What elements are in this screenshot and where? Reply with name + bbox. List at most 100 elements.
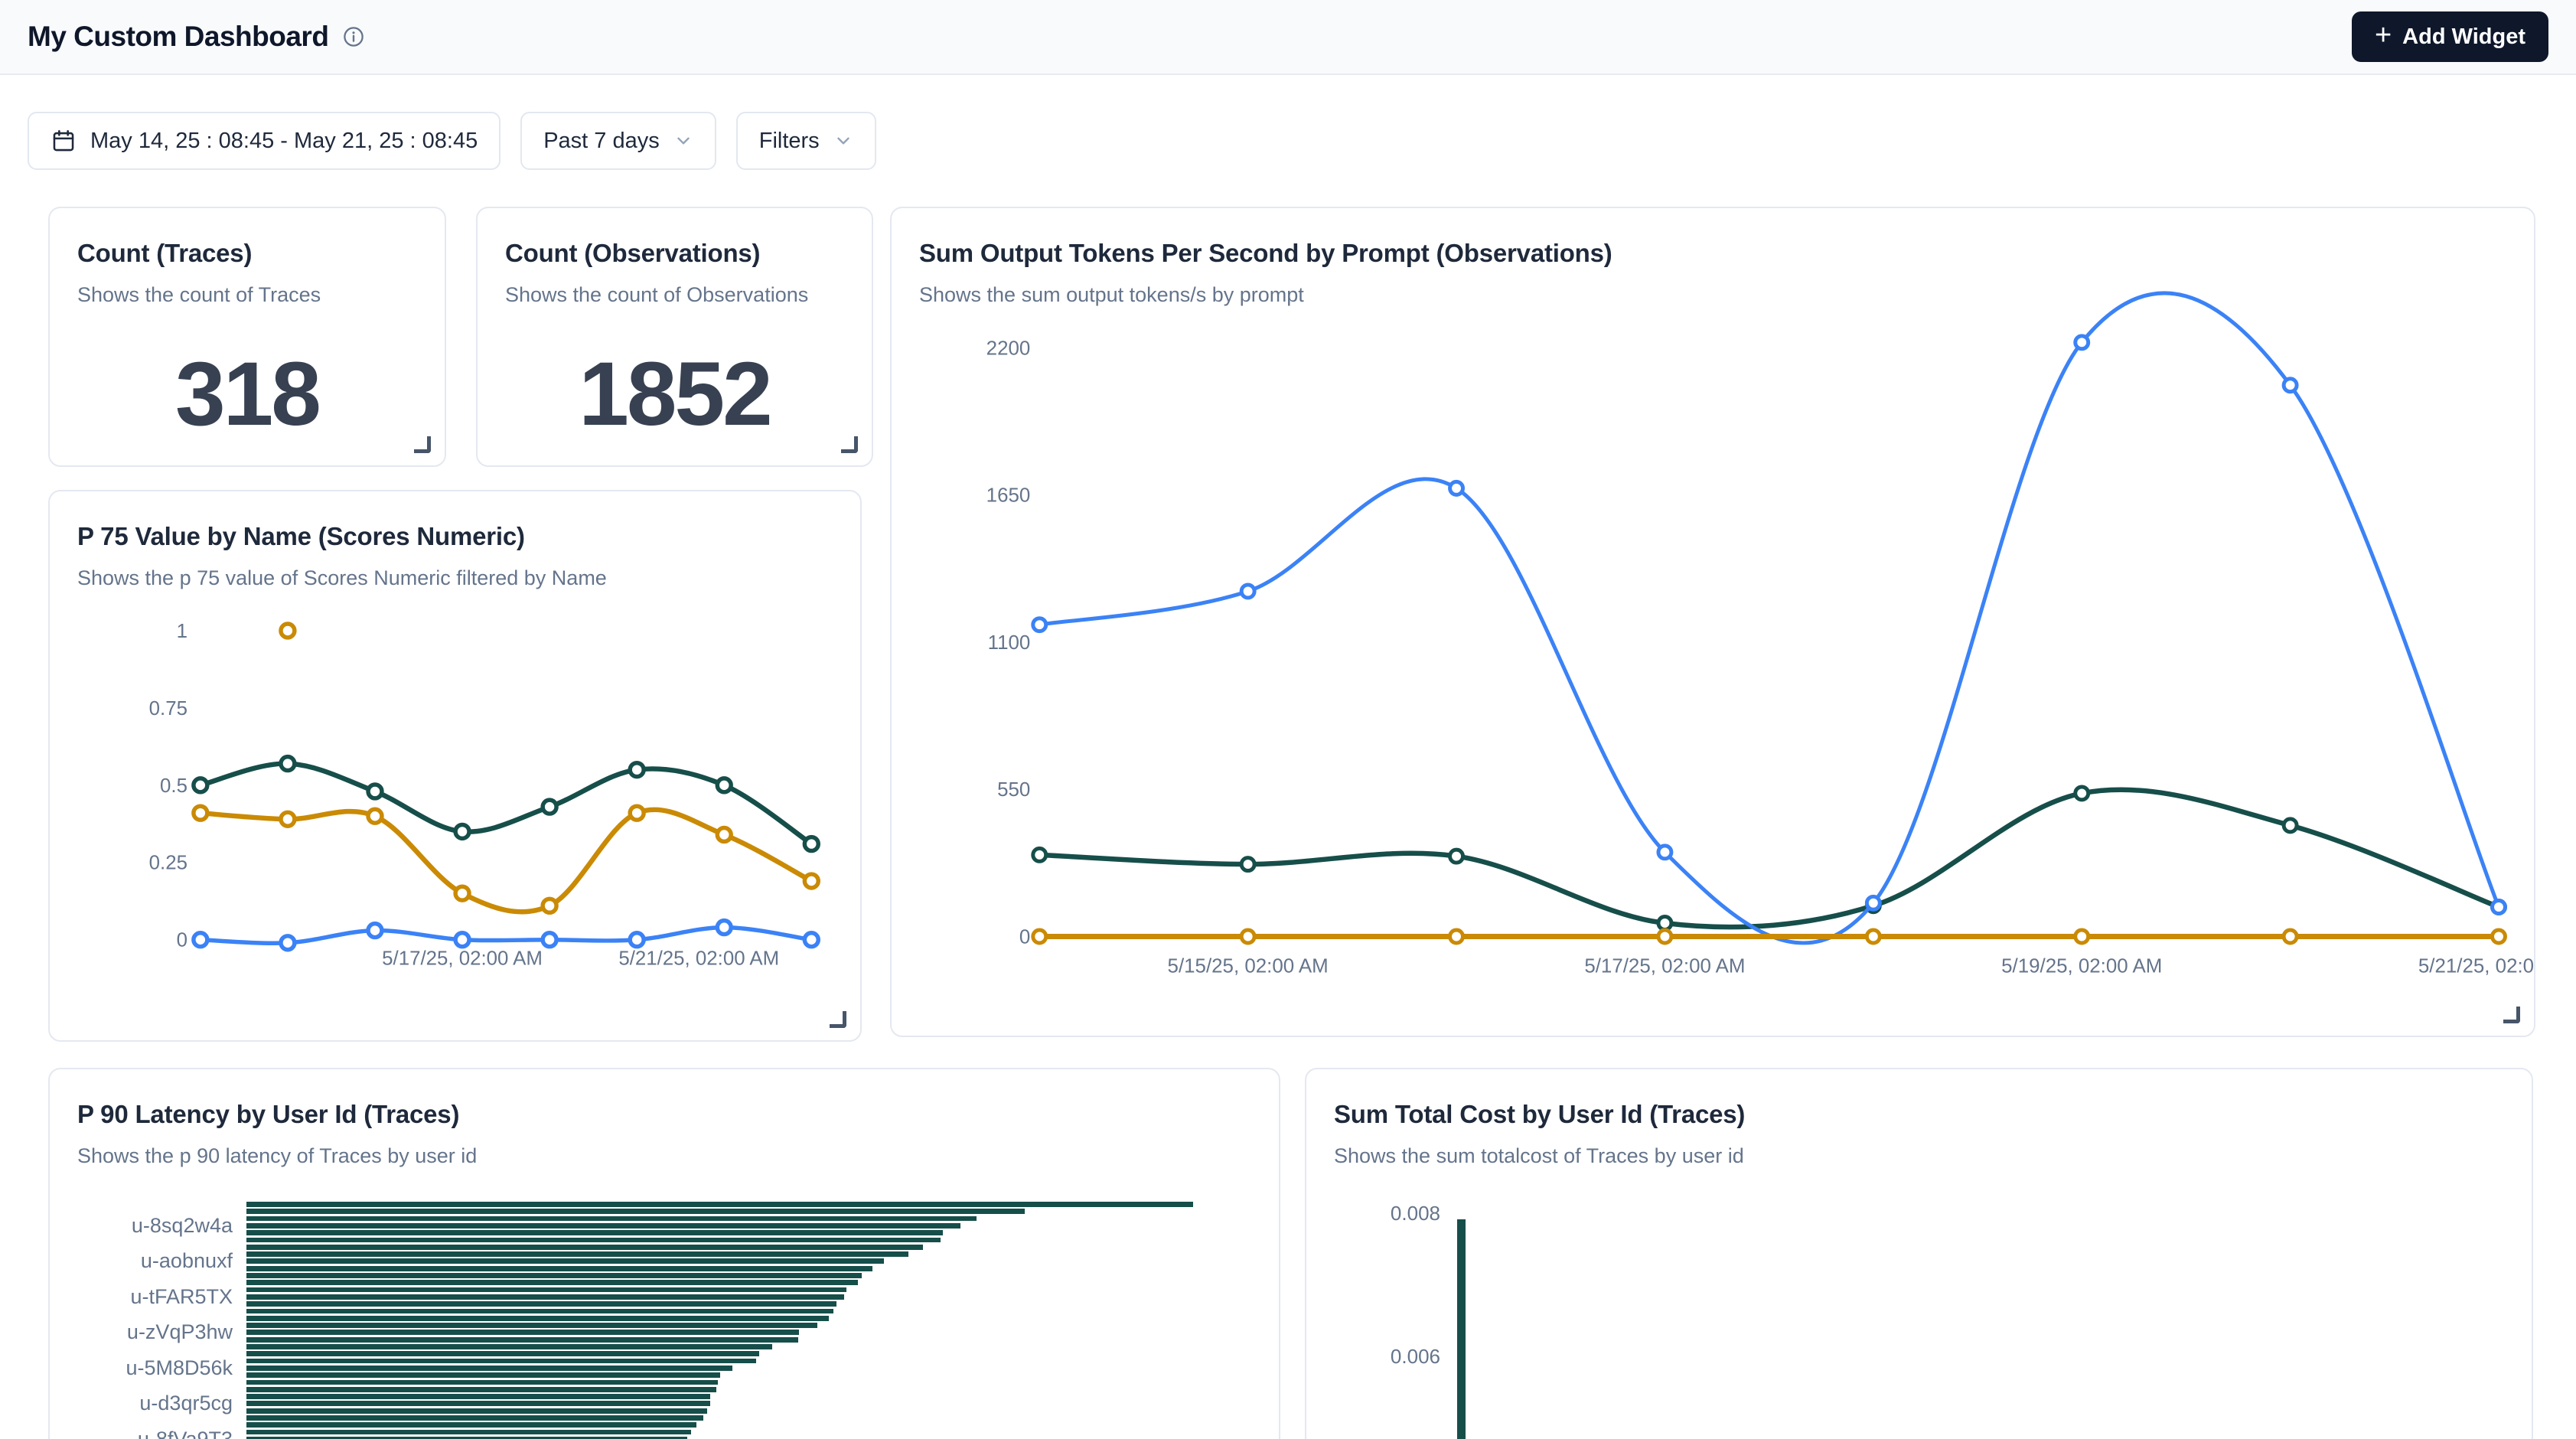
- widget-cost-chart[interactable]: Sum Total Cost by User Id (Traces) Shows…: [1305, 1068, 2533, 1439]
- y-axis-tick-label: 1100: [988, 632, 1031, 654]
- add-widget-label: Add Widget: [2402, 24, 2525, 50]
- date-range-picker[interactable]: May 14, 25 : 08:45 - May 21, 25 : 08:45: [28, 112, 501, 170]
- latency-bar: [246, 1258, 884, 1264]
- x-axis-tick-label: 5/21/25, 02:00 AM: [2418, 955, 2534, 977]
- chevron-down-icon: [673, 131, 693, 151]
- chevron-down-icon: [833, 131, 853, 151]
- latency-bar: [246, 1337, 798, 1343]
- latency-bar: [246, 1366, 732, 1371]
- data-point-marker: [717, 828, 731, 842]
- widget-count-traces[interactable]: Count (Traces) Shows the count of Traces…: [48, 207, 446, 467]
- y-axis-tick-label: 0: [1019, 926, 1030, 948]
- y-axis-tick-label: 0.006: [1306, 1345, 1440, 1369]
- latency-bar: [246, 1223, 960, 1229]
- data-point-marker: [804, 837, 818, 851]
- data-point-marker: [2284, 819, 2297, 832]
- cost-bar-chart-canvas[interactable]: 0.0080.006: [1306, 1069, 2532, 1439]
- latency-bar: [246, 1394, 710, 1399]
- data-point-marker: [2493, 930, 2506, 943]
- data-point-marker: [194, 806, 207, 820]
- latency-bar: [246, 1430, 691, 1435]
- filter-bar: May 14, 25 : 08:45 - May 21, 25 : 08:45 …: [28, 112, 876, 170]
- latency-bar: [246, 1245, 923, 1250]
- count-observations-value: 1852: [478, 323, 872, 465]
- latency-bar: [246, 1294, 844, 1300]
- date-preset-select[interactable]: Past 7 days: [520, 112, 716, 170]
- y-axis-tick-label: 0.25: [149, 853, 187, 874]
- data-point-marker: [543, 899, 556, 912]
- data-point-marker: [368, 809, 382, 823]
- tokens-line-chart-canvas[interactable]: 0 550 1100 1650 2200 5/15/25, 02:00 AM 5/17/25…: [892, 208, 2534, 1036]
- page-header: My Custom Dashboard + Add Widget: [0, 0, 2576, 75]
- date-range-value: May 14, 25 : 08:45 - May 21, 25 : 08:45: [90, 129, 478, 154]
- data-point-marker: [717, 778, 731, 792]
- latency-bar: [246, 1415, 703, 1421]
- x-axis-tick-label: 5/21/25, 02:00 AM: [618, 948, 779, 970]
- y-axis-tick-label: 2200: [986, 338, 1031, 359]
- resize-handle-icon[interactable]: [830, 1011, 846, 1028]
- x-axis-tick-label: 5/19/25, 02:00 AM: [2001, 955, 2162, 977]
- data-point-marker: [368, 924, 382, 938]
- latency-bar: [246, 1309, 833, 1314]
- widget-count-observations[interactable]: Count (Observations) Shows the count of …: [476, 207, 873, 467]
- bar-user-id-label: u-zVqP3hw: [50, 1320, 233, 1344]
- latency-bar: [246, 1266, 872, 1271]
- x-axis-tick-label: 5/17/25, 02:00 AM: [1584, 955, 1745, 977]
- data-point-marker: [630, 933, 644, 947]
- data-point-marker: [1867, 896, 1880, 909]
- y-axis-tick-label: 1650: [986, 485, 1031, 507]
- data-point-marker: [281, 936, 295, 950]
- latency-bar: [246, 1287, 846, 1293]
- latency-bar: [246, 1273, 862, 1278]
- data-point-marker: [2493, 901, 2506, 914]
- cost-bar: [1457, 1219, 1466, 1439]
- data-point-marker: [368, 785, 382, 798]
- widget-title: Count (Traces): [77, 239, 252, 268]
- data-point-marker: [1658, 917, 1671, 930]
- info-icon[interactable]: [342, 25, 365, 48]
- y-axis-tick-label: 0.75: [149, 698, 187, 720]
- bar-user-id-label: u-8sq2w4a: [50, 1214, 233, 1238]
- bar-user-id-label: u-tFAR5TX: [50, 1285, 233, 1309]
- resize-handle-icon[interactable]: [841, 436, 858, 453]
- data-point-marker: [1241, 585, 1254, 598]
- p75-line-chart-canvas[interactable]: 00.250.50.7515/17/25, 02:00 AM5/21/25, 0…: [50, 491, 860, 1040]
- data-point-marker: [1241, 858, 1254, 871]
- y-axis-tick-label: 550: [997, 779, 1030, 801]
- latency-bar: [246, 1380, 718, 1385]
- latency-bar: [246, 1408, 707, 1414]
- data-point-marker: [281, 624, 295, 638]
- data-point-marker: [455, 824, 469, 838]
- latency-bar: [246, 1216, 977, 1222]
- latency-bar: [246, 1301, 836, 1307]
- data-point-marker: [2284, 930, 2297, 943]
- data-point-marker: [2075, 336, 2089, 349]
- data-point-marker: [804, 933, 818, 947]
- latency-bar: [246, 1251, 908, 1257]
- latency-bar: [246, 1238, 941, 1243]
- data-point-marker: [1450, 481, 1463, 494]
- widget-p90-latency-chart[interactable]: P 90 Latency by User Id (Traces) Shows t…: [48, 1068, 1280, 1439]
- resize-handle-icon[interactable]: [2503, 1007, 2520, 1023]
- latency-bar: [246, 1422, 696, 1428]
- widget-p75-chart[interactable]: P 75 Value by Name (Scores Numeric) Show…: [48, 490, 862, 1042]
- p90-bar-chart-canvas[interactable]: u-8sq2w4au-aobnuxfu-tFAR5TXu-zVqP3hwu-5M…: [50, 1069, 1279, 1439]
- latency-bar: [246, 1344, 772, 1349]
- data-point-marker: [543, 933, 556, 947]
- filters-button[interactable]: Filters: [736, 112, 876, 170]
- page-title: My Custom Dashboard: [28, 21, 328, 53]
- y-axis-tick-label: 0: [177, 930, 187, 951]
- latency-bar: [246, 1280, 858, 1285]
- resize-handle-icon[interactable]: [414, 436, 431, 453]
- plus-icon: +: [2375, 21, 2392, 50]
- data-point-marker: [281, 812, 295, 826]
- latency-bar: [246, 1401, 710, 1406]
- widget-tokens-chart[interactable]: Sum Output Tokens Per Second by Prompt (…: [890, 207, 2535, 1037]
- bar-user-id-label: u-5M8D56k: [50, 1356, 233, 1380]
- latency-bar: [246, 1359, 756, 1364]
- latency-bar: [246, 1316, 829, 1321]
- x-axis-tick-label: 5/17/25, 02:00 AM: [382, 948, 543, 970]
- data-point-marker: [1241, 930, 1254, 943]
- add-widget-button[interactable]: + Add Widget: [2352, 11, 2548, 62]
- x-axis-tick-label: 5/15/25, 02:00 AM: [1168, 955, 1329, 977]
